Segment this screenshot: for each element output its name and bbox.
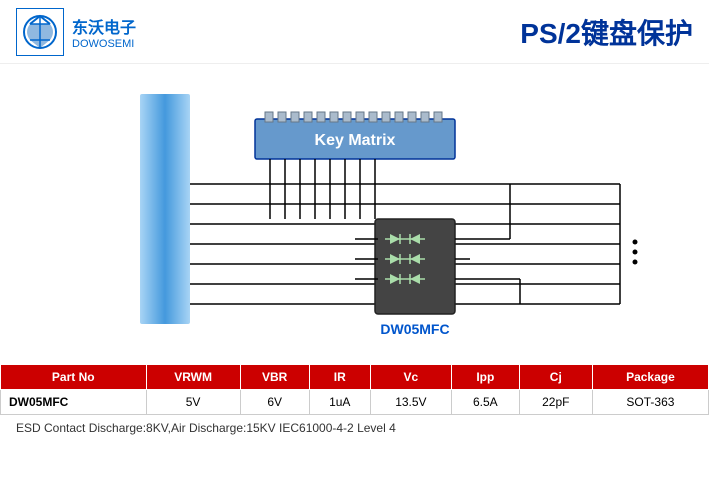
header: 东沃电子 DOWOSEMI PS/2键盘保护 [0,0,709,64]
table-section: Part No VRWM VBR IR Vc Ipp Cj Package DW… [0,364,709,415]
col-header-partno: Part No [1,365,147,390]
table-row: DW05MFC5V6V1uA13.5V6.5A22pFSOT-363 [1,390,709,415]
svg-text:Key Matrix: Key Matrix [315,132,396,149]
footer: ESD Contact Discharge:8KV,Air Discharge:… [0,415,709,441]
table-cell: 5V [146,390,240,415]
svg-text:DW05MFC: DW05MFC [380,321,449,337]
col-header-package: Package [592,365,708,390]
logo-chinese: 东沃电子 [72,14,136,38]
table-header-row: Part No VRWM VBR IR Vc Ipp Cj Package [1,365,709,390]
company-logo-icon [16,8,64,56]
circuit-diagram: Key Matrix [0,64,709,364]
logo-english: DOWOSEMI [72,38,136,50]
specs-table: Part No VRWM VBR IR Vc Ipp Cj Package DW… [0,364,709,415]
table-cell: DW05MFC [1,390,147,415]
diagram-area: Key Matrix [0,64,709,364]
col-header-ipp: Ipp [451,365,519,390]
page-title: PS/2键盘保护 [520,12,693,52]
table-cell: SOT-363 [592,390,708,415]
col-header-vbr: VBR [240,365,309,390]
col-header-ir: IR [309,365,370,390]
table-cell: 13.5V [370,390,451,415]
logo-area: 东沃电子 DOWOSEMI [16,8,136,56]
footer-text: ESD Contact Discharge:8KV,Air Discharge:… [16,421,396,435]
logo-text: 东沃电子 DOWOSEMI [72,14,136,50]
table-cell: 6.5A [451,390,519,415]
table-cell: 1uA [309,390,370,415]
col-header-vc: Vc [370,365,451,390]
table-cell: 22pF [519,390,592,415]
col-header-vrwm: VRWM [146,365,240,390]
table-cell: 6V [240,390,309,415]
col-header-cj: Cj [519,365,592,390]
